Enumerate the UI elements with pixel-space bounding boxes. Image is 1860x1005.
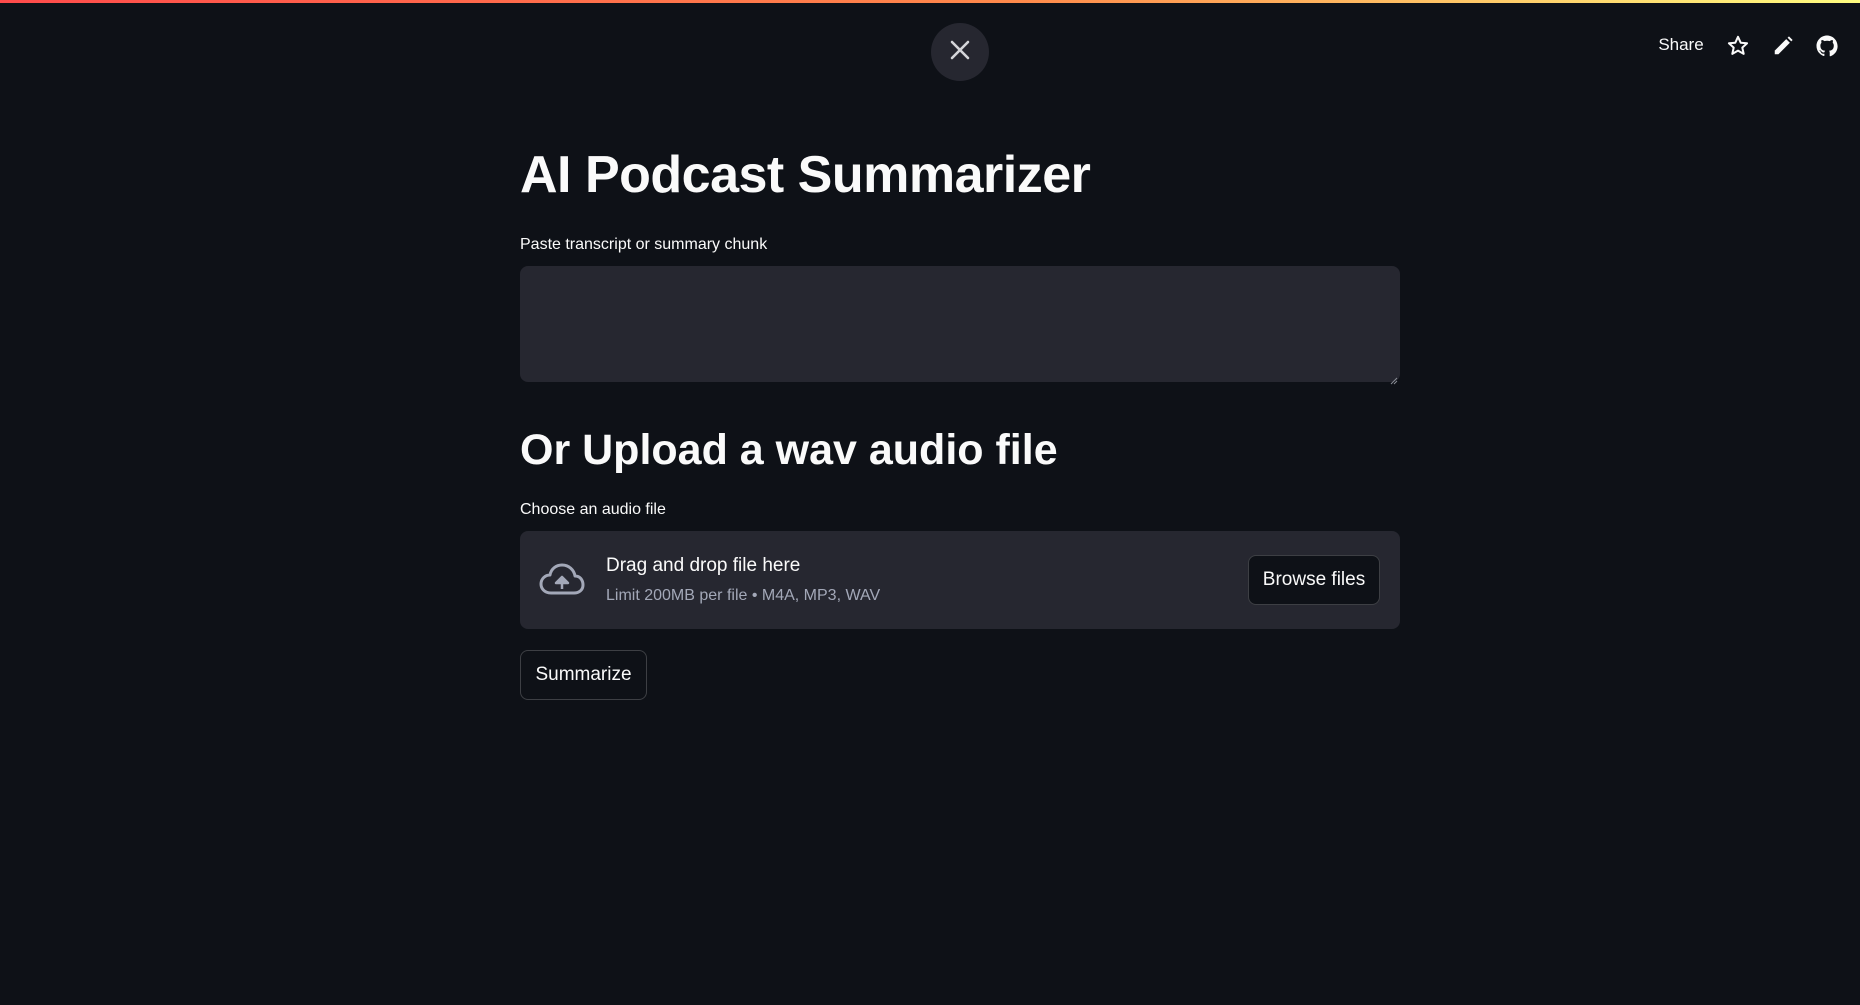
pencil-icon[interactable] (1769, 32, 1797, 60)
app-toolbar: Share (0, 30, 1860, 62)
browse-files-button[interactable]: Browse files (1248, 555, 1380, 605)
share-button[interactable]: Share (1651, 35, 1711, 55)
uploader-label: Choose an audio file (520, 501, 666, 518)
resize-grip-icon[interactable] (1390, 372, 1398, 385)
cloud-upload-icon (538, 560, 586, 600)
page-title: AI Podcast Summarizer (520, 146, 1091, 204)
upload-heading: Or Upload a wav audio file (520, 426, 1058, 474)
summarize-button[interactable]: Summarize (520, 650, 647, 700)
star-icon[interactable] (1724, 32, 1752, 60)
transcript-label: Paste transcript or summary chunk (520, 236, 768, 253)
header-decoration-bar (0, 0, 1860, 3)
dropzone-limit-text: Limit 200MB per file • M4A, MP3, WAV (606, 587, 881, 604)
file-dropzone[interactable]: Drag and drop file here Limit 200MB per … (520, 531, 1400, 629)
transcript-textarea[interactable] (520, 266, 1400, 382)
github-icon[interactable] (1813, 32, 1841, 60)
dropzone-title: Drag and drop file here (606, 555, 801, 576)
